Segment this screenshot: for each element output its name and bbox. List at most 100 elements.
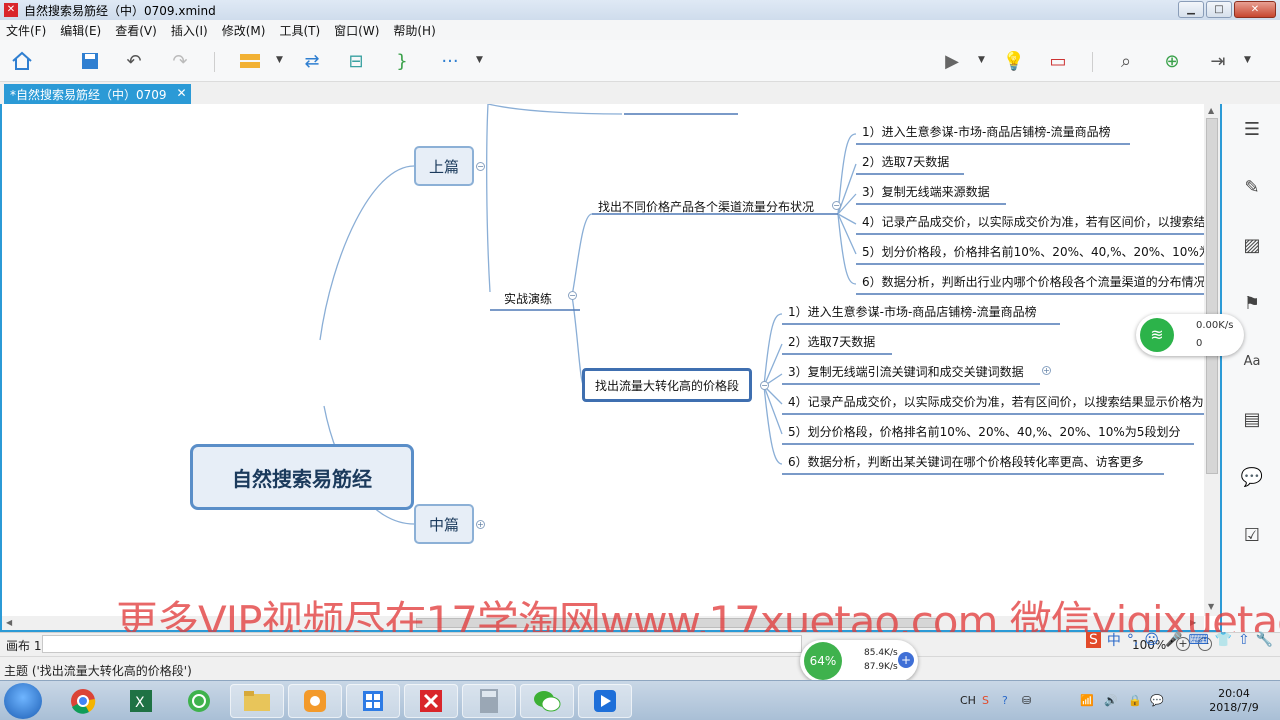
branch1-item-3[interactable]: 3）复制无线端来源数据 [856,182,1204,204]
main-topic-upper[interactable]: 上篇 [414,146,474,186]
scroll-up-icon[interactable]: ▲ [1208,106,1214,115]
360-icon[interactable] [172,684,226,718]
branch1-item-5[interactable]: 5）划分价格段，价格排名前10%、20%、40,%、20%、10%为5段划分 [856,242,1204,264]
uc-browser-icon[interactable] [288,684,342,718]
branch2-item-3[interactable]: 3）复制无线端引流关键词和成交关键词数据 [782,362,1204,384]
sogou-icon[interactable]: S [1086,632,1101,648]
outline-list-icon[interactable]: ☰ [1240,118,1264,142]
branch1-item-6[interactable]: 6）数据分析，判断出行业内哪个价格段各个流量渠道的分布情况 [856,272,1204,294]
collapse-toggle-icon[interactable]: − [832,201,841,210]
device-tray-icon[interactable]: ⛁ [1022,694,1031,707]
collapse-toggle-icon[interactable]: − [760,381,769,390]
summary-icon[interactable]: } [390,49,414,73]
branch2-item-6[interactable]: 6）数据分析，判断出某关键词在哪个价格段转化率更高、访客更多 [782,452,1204,474]
wifi-tray-icon[interactable]: 📶 [1080,694,1094,707]
vertical-scrollbar[interactable]: ▲ ▼ [1204,104,1220,616]
menu-insert[interactable]: 插入(I) [171,22,208,39]
save-icon[interactable] [78,49,102,73]
chat-tray-icon[interactable]: 💬 [1150,694,1164,707]
expand-toggle-icon[interactable]: + [1042,366,1051,375]
network-widget[interactable]: ≋ 0.00K/s 0 [1136,314,1244,356]
speed-plus-icon[interactable]: + [898,652,914,668]
security-tray-icon[interactable]: 🔒 [1128,694,1142,707]
document-tab[interactable]: *自然搜索易筋经（中）0709 ✕ [4,84,191,104]
menu-tools[interactable]: 工具(T) [279,22,320,39]
menu-view[interactable]: 查看(V) [115,22,157,39]
outline-icon[interactable]: ▭ [1046,49,1070,73]
xmind-taskbar-icon[interactable] [404,684,458,718]
branch-channel-distribution[interactable]: 找出不同价格产品各个渠道流量分布状况 [598,196,814,216]
ime-chinese[interactable]: 中 [1107,630,1121,650]
marker-flag-icon[interactable]: ⚑ [1240,292,1264,316]
export-dropdown-icon[interactable]: ▼ [1244,55,1251,65]
collapse-toggle-icon[interactable]: − [476,162,485,171]
image-icon[interactable]: ▨ [1240,234,1264,258]
excel-icon[interactable]: X [114,684,168,718]
wechat-icon[interactable] [520,684,574,718]
topic-icon[interactable] [238,49,262,73]
search-icon[interactable]: ⌕ [1114,49,1138,73]
branch2-item-4[interactable]: 4）记录产品成交价，以实际成交价为准，若有区间价，以搜索结果显示价格为准 [782,392,1204,414]
subtopic-practice[interactable]: 实战演练 [504,288,552,308]
home-icon[interactable] [10,49,34,73]
menu-edit[interactable]: 编辑(E) [60,22,101,39]
help-tray-icon[interactable]: ? [1002,694,1008,707]
chrome-icon[interactable] [56,684,110,718]
menu-file[interactable]: 文件(F) [6,22,46,39]
vertical-scroll-thumb[interactable] [1206,118,1218,474]
central-topic[interactable]: 自然搜索易筋经 [190,444,414,510]
more-dropdown-icon[interactable]: ▼ [476,55,483,65]
ime-keyboard-icon[interactable]: ⌨ [1188,632,1208,648]
branch1-item-1[interactable]: 1）进入生意参谋-市场-商品店铺榜-流量商品榜 [856,122,1204,144]
branch2-item-5[interactable]: 5）划分价格段，价格排名前10%、20%、40,%、20%、10%为5段划分 [782,422,1204,444]
sheet-tab[interactable]: 画布 1 [6,637,41,654]
comment-icon[interactable]: 💬 [1240,466,1264,490]
ime-punctuation[interactable]: °, [1127,632,1138,648]
calculator-icon[interactable] [462,684,516,718]
lang-indicator[interactable]: CH [960,694,976,707]
format-brush-icon[interactable]: ✎ [1240,176,1264,200]
menu-help[interactable]: 帮助(H) [393,22,435,39]
export-icon[interactable]: ⇥ [1206,49,1230,73]
relationship-icon[interactable]: ⇄ [300,49,324,73]
ime-emoji-icon[interactable]: ☺ [1144,632,1159,648]
more-icon[interactable]: ··· [438,49,462,73]
undo-icon[interactable]: ↶ [122,49,146,73]
sogou-tray-icon[interactable]: S [982,694,989,707]
presentation-icon[interactable]: ▶ [940,49,964,73]
menu-window[interactable]: 窗口(W) [334,22,379,39]
share-icon[interactable]: ⊕ [1160,49,1184,73]
task-icon[interactable]: ☑ [1240,524,1264,548]
branch1-item-2[interactable]: 2）选取7天数据 [856,152,1204,174]
minimize-button[interactable]: ▁ [1178,1,1204,18]
player-icon[interactable] [578,684,632,718]
branch1-item-4[interactable]: 4）记录产品成交价，以实际成交价为准，若有区间价，以搜索结果显示价格为准 [856,212,1204,234]
ime-voice-icon[interactable]: 🎤 [1165,632,1182,648]
app-grid-icon[interactable] [346,684,400,718]
tab-close-icon[interactable]: ✕ [177,86,187,104]
ime-shift-icon[interactable]: ⇧ [1238,632,1250,648]
idea-icon[interactable]: 💡 [1002,49,1026,73]
menu-modify[interactable]: 修改(M) [222,22,266,39]
ime-skin-icon[interactable]: 👕 [1215,632,1232,648]
notes-icon[interactable]: ▤ [1240,408,1264,432]
volume-tray-icon[interactable]: 🔊 [1104,694,1118,707]
start-button[interactable] [4,683,42,719]
boundary-icon[interactable]: ⊟ [344,49,368,73]
main-topic-middle[interactable]: 中篇 [414,504,474,544]
topic-dropdown-icon[interactable]: ▼ [276,55,283,65]
branch-high-conversion[interactable]: 找出流量大转化高的价格段 [582,368,753,402]
collapse-toggle-icon[interactable]: − [568,291,577,300]
ime-toolbar[interactable]: S 中 °, ☺ 🎤 ⌨ 👕 ⇧ 🔧 [1086,628,1273,652]
presentation-dropdown-icon[interactable]: ▼ [978,55,985,65]
scroll-left-icon[interactable]: ◀ [6,618,12,627]
close-button[interactable]: ✕ [1234,1,1276,18]
expand-toggle-icon[interactable]: + [476,520,485,529]
maximize-button[interactable]: □ [1206,1,1232,18]
font-icon[interactable]: Aa [1240,350,1264,374]
clock[interactable]: 20:04 2018/7/9 [1204,687,1264,715]
mindmap-canvas[interactable]: 自然搜索易筋经 上篇 − 中篇 + 实战演练 − 找出不同价格产品各个渠道流量分… [2,104,1204,616]
file-explorer-icon[interactable] [230,684,284,718]
redo-icon[interactable]: ↷ [168,49,192,73]
ime-settings-icon[interactable]: 🔧 [1256,632,1273,648]
